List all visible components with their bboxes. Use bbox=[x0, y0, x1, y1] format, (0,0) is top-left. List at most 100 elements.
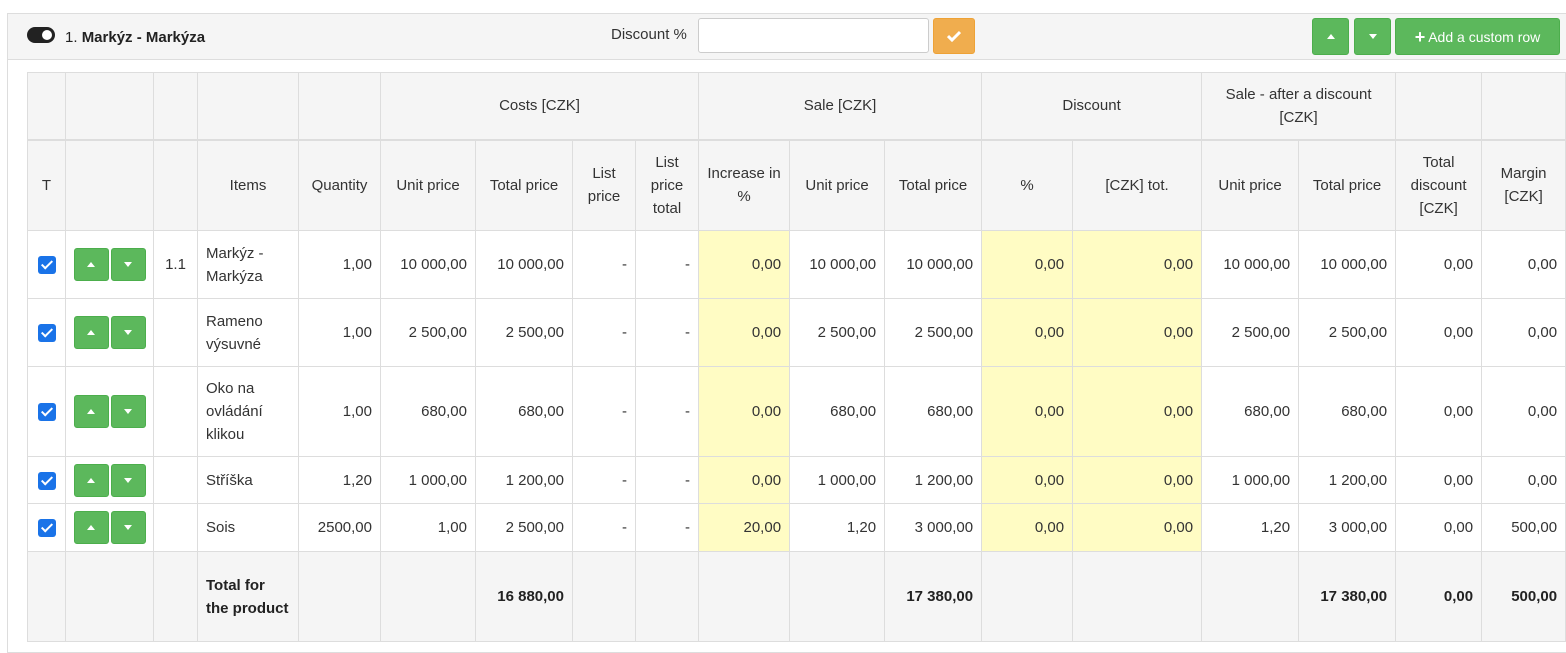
row-number bbox=[153, 503, 198, 552]
discount-pct-cell[interactable]: 0,00 bbox=[981, 298, 1074, 367]
discount-label: Discount % bbox=[611, 26, 687, 43]
after-unit-price-cell: 680,00 bbox=[1201, 366, 1300, 457]
collapse-toggle[interactable] bbox=[27, 27, 55, 43]
col-header-cost-unit-price: Unit price bbox=[380, 138, 476, 231]
sale-unit-price-cell: 10 000,00 bbox=[789, 230, 886, 299]
discount-pct-cell[interactable]: 0,00 bbox=[981, 230, 1074, 299]
move-row-down-button[interactable] bbox=[110, 248, 146, 281]
toggle-knob bbox=[42, 30, 52, 40]
increase-cell[interactable]: 0,00 bbox=[698, 230, 791, 299]
total-margin: 500,00 bbox=[1481, 551, 1566, 642]
cost-total-price-cell: 1 200,00 bbox=[475, 456, 573, 504]
increase-cell[interactable]: 20,00 bbox=[698, 503, 791, 552]
col-header-margin: Margin [CZK] bbox=[1481, 138, 1566, 231]
cost-total-price-cell: 10 000,00 bbox=[475, 230, 573, 299]
discount-czk-cell[interactable]: 0,00 bbox=[1072, 456, 1203, 504]
move-row-down-button[interactable] bbox=[110, 463, 146, 497]
empty-cell bbox=[789, 551, 886, 642]
row-checkbox[interactable] bbox=[37, 324, 56, 343]
caret-up-icon bbox=[1326, 34, 1335, 39]
increase-cell[interactable]: 0,00 bbox=[698, 366, 791, 457]
table-row: Rameno výsuvné 1,00 2 500,00 2 500,00 - … bbox=[27, 298, 1566, 367]
add-custom-row-button[interactable]: + Add a custom row bbox=[1395, 18, 1560, 55]
move-row-up-button[interactable] bbox=[73, 395, 109, 428]
discount-pct-cell[interactable]: 0,00 bbox=[981, 503, 1074, 552]
cost-unit-price-cell: 680,00 bbox=[380, 366, 476, 457]
empty-cell bbox=[153, 551, 198, 642]
product-number: 1. bbox=[65, 29, 78, 46]
move-row-down-button[interactable] bbox=[110, 316, 146, 349]
item-name: Markýz - Markýza bbox=[197, 230, 299, 299]
row-move-cell bbox=[65, 503, 154, 552]
sale-group-header: Sale [CZK] bbox=[698, 72, 983, 140]
total-sale: 17 380,00 bbox=[884, 551, 983, 642]
quantity-cell: 1,20 bbox=[298, 456, 381, 504]
total-discount-cell: 0,00 bbox=[1395, 366, 1483, 457]
cost-total-price-cell: 2 500,00 bbox=[475, 503, 573, 552]
margin-cell: 500,00 bbox=[1481, 503, 1566, 552]
list-price-total-cell: - bbox=[634, 230, 700, 299]
quantity-cell: 1,00 bbox=[298, 230, 381, 299]
empty-cell bbox=[981, 551, 1074, 642]
move-row-down-button[interactable] bbox=[110, 511, 146, 544]
total-discount-cell: 0,00 bbox=[1395, 456, 1483, 504]
table-row: 1.1 Markýz - Markýza 1,00 10 000,00 10 0… bbox=[27, 230, 1566, 299]
item-name: Oko na ovládání klikou bbox=[197, 366, 299, 457]
discount-pct-cell[interactable]: 0,00 bbox=[981, 456, 1074, 504]
move-row-up-button[interactable] bbox=[73, 463, 109, 497]
discount-pct-cell[interactable]: 0,00 bbox=[981, 366, 1074, 457]
after-total-price-cell: 3 000,00 bbox=[1298, 503, 1397, 552]
confirm-discount-button[interactable] bbox=[933, 18, 975, 54]
row-checkbox-cell bbox=[27, 366, 66, 457]
row-checkbox[interactable] bbox=[37, 403, 56, 422]
row-move-cell bbox=[65, 298, 154, 367]
col-header-t: T bbox=[27, 138, 66, 231]
empty-header bbox=[197, 72, 299, 140]
sale-total-price-cell: 680,00 bbox=[884, 366, 983, 457]
move-product-down-button[interactable] bbox=[1354, 18, 1391, 55]
increase-cell[interactable]: 0,00 bbox=[698, 298, 791, 367]
sale-total-price-cell: 2 500,00 bbox=[884, 298, 983, 367]
after-unit-price-cell: 2 500,00 bbox=[1201, 298, 1300, 367]
table-row: Sois 2500,00 1,00 2 500,00 - - 20,00 1,2… bbox=[27, 503, 1566, 552]
item-name: Sois bbox=[197, 503, 299, 552]
row-move-cell bbox=[65, 456, 154, 504]
move-row-down-button[interactable] bbox=[110, 395, 146, 428]
col-header-cost-total-price: Total price bbox=[475, 138, 573, 231]
item-name: Rameno výsuvné bbox=[197, 298, 299, 367]
discount-czk-cell[interactable]: 0,00 bbox=[1072, 503, 1203, 552]
empty-cell bbox=[27, 551, 66, 642]
empty-cell bbox=[572, 551, 636, 642]
check-icon bbox=[947, 30, 961, 42]
caret-up-icon bbox=[87, 477, 95, 483]
discount-czk-cell[interactable]: 0,00 bbox=[1072, 230, 1203, 299]
sale-unit-price-cell: 1,20 bbox=[789, 503, 886, 552]
caret-up-icon bbox=[87, 409, 95, 414]
empty-header bbox=[298, 72, 381, 140]
item-name: Stříška bbox=[197, 456, 299, 504]
plus-icon: + bbox=[1414, 26, 1426, 47]
move-product-up-button[interactable] bbox=[1312, 18, 1349, 55]
discount-czk-cell[interactable]: 0,00 bbox=[1072, 298, 1203, 367]
increase-cell[interactable]: 0,00 bbox=[698, 456, 791, 504]
row-checkbox[interactable] bbox=[37, 519, 56, 538]
move-row-up-button[interactable] bbox=[73, 511, 109, 544]
move-row-up-button[interactable] bbox=[73, 316, 109, 349]
row-checkbox[interactable] bbox=[37, 256, 56, 275]
sale-total-price-cell: 1 200,00 bbox=[884, 456, 983, 504]
caret-down-icon bbox=[124, 525, 132, 530]
col-header-number bbox=[153, 138, 198, 231]
discount-czk-cell[interactable]: 0,00 bbox=[1072, 366, 1203, 457]
row-number: 1.1 bbox=[153, 230, 198, 299]
row-move-cell bbox=[65, 366, 154, 457]
discount-input[interactable] bbox=[698, 18, 929, 53]
sale-after-discount-group-header: Sale - after a discount [CZK] bbox=[1201, 72, 1397, 140]
total-cost: 16 880,00 bbox=[475, 551, 573, 642]
quantity-cell: 1,00 bbox=[298, 298, 381, 367]
move-row-up-button[interactable] bbox=[73, 248, 109, 281]
row-checkbox[interactable] bbox=[37, 471, 56, 490]
total-row: Total for the product 16 880,00 17 380,0… bbox=[27, 551, 1566, 642]
list-price-cell: - bbox=[572, 298, 636, 367]
caret-down-icon bbox=[124, 262, 132, 267]
total-label: Total for the product bbox=[197, 551, 299, 642]
